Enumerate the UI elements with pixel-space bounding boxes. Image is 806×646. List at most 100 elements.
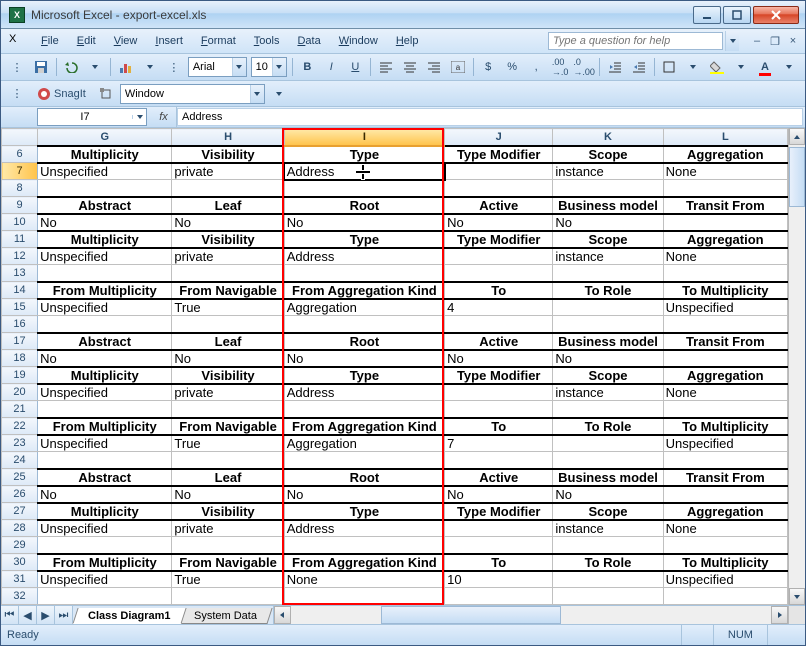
menu-edit[interactable]: Edit: [69, 32, 104, 50]
cell-L7[interactable]: None: [663, 163, 787, 180]
cell-G21[interactable]: [38, 401, 172, 418]
cell-K26[interactable]: No: [553, 486, 663, 503]
font-name-combo[interactable]: Arial: [188, 57, 247, 77]
cell-K22[interactable]: To Role: [553, 418, 663, 435]
save-button[interactable]: [30, 56, 52, 78]
chevron-down-icon[interactable]: [272, 58, 286, 76]
snagit-button[interactable]: SnagIt: [30, 83, 93, 105]
cell-L10[interactable]: [663, 214, 787, 231]
cell-G11[interactable]: Multiplicity: [38, 231, 172, 248]
currency-button[interactable]: $: [477, 56, 499, 78]
row-header-21[interactable]: 21: [2, 401, 38, 418]
cell-K30[interactable]: To Role: [553, 554, 663, 571]
cell-L16[interactable]: [663, 316, 787, 333]
row-header-13[interactable]: 13: [2, 265, 38, 282]
cell-G16[interactable]: [38, 316, 172, 333]
cell-J21[interactable]: [445, 401, 553, 418]
cell-L11[interactable]: Aggregation: [663, 231, 787, 248]
cell-H29[interactable]: [172, 537, 284, 554]
row-header-17[interactable]: 17: [2, 333, 38, 350]
cell-G27[interactable]: Multiplicity: [38, 503, 172, 520]
cell-J7[interactable]: [445, 163, 553, 180]
column-header-I[interactable]: I: [284, 129, 444, 146]
cell-L30[interactable]: To Multiplicity: [663, 554, 787, 571]
cell-K29[interactable]: [553, 537, 663, 554]
cell-G18[interactable]: No: [38, 350, 172, 367]
font-size-combo[interactable]: 10: [251, 57, 287, 77]
hscroll-track[interactable]: [291, 606, 771, 624]
cell-K20[interactable]: instance: [553, 384, 663, 401]
snagit-config-button[interactable]: [95, 83, 117, 105]
cell-K16[interactable]: [553, 316, 663, 333]
cell-K25[interactable]: Business model: [553, 469, 663, 486]
cell-G29[interactable]: [38, 537, 172, 554]
row-header-7[interactable]: 7: [2, 163, 38, 180]
cell-J31[interactable]: 10: [445, 571, 553, 588]
cell-I32[interactable]: [284, 588, 444, 605]
cell-K19[interactable]: Scope: [553, 367, 663, 384]
menu-window[interactable]: Window: [331, 32, 386, 50]
menu-format[interactable]: Format: [193, 32, 244, 50]
menu-tools[interactable]: Tools: [246, 32, 288, 50]
cell-L24[interactable]: [663, 452, 787, 469]
cell-I22[interactable]: From Aggregation Kind: [284, 418, 444, 435]
menu-file[interactable]: File: [33, 32, 67, 50]
cell-J29[interactable]: [445, 537, 553, 554]
help-dropdown[interactable]: [725, 31, 741, 51]
worksheet-grid[interactable]: GHIJKL6MultiplicityVisibilityTypeType Mo…: [1, 128, 788, 605]
decrease-indent-button[interactable]: [604, 56, 626, 78]
cell-L9[interactable]: Transit From: [663, 197, 787, 214]
cell-G7[interactable]: Unspecified: [38, 163, 172, 180]
snagit-profile-combo[interactable]: Window: [120, 84, 265, 104]
row-header-31[interactable]: 31: [2, 571, 38, 588]
cell-K14[interactable]: To Role: [553, 282, 663, 299]
cell-H11[interactable]: Visibility: [172, 231, 284, 248]
cell-I29[interactable]: [284, 537, 444, 554]
cell-H10[interactable]: No: [172, 214, 284, 231]
cell-H26[interactable]: No: [172, 486, 284, 503]
borders-dropdown[interactable]: [682, 56, 704, 78]
cell-J12[interactable]: [445, 248, 553, 265]
cell-H7[interactable]: private: [172, 163, 284, 180]
cell-I27[interactable]: Type: [284, 503, 444, 520]
cell-L27[interactable]: Aggregation: [663, 503, 787, 520]
cell-H23[interactable]: True: [172, 435, 284, 452]
cell-J27[interactable]: Type Modifier: [445, 503, 553, 520]
cell-G12[interactable]: Unspecified: [38, 248, 172, 265]
cell-L31[interactable]: Unspecified: [663, 571, 787, 588]
undo-button[interactable]: [60, 56, 82, 78]
cell-I24[interactable]: [284, 452, 444, 469]
column-header-G[interactable]: G: [38, 129, 172, 146]
doc-minimize-button[interactable]: –: [749, 34, 765, 48]
cell-G26[interactable]: No: [38, 486, 172, 503]
menu-data[interactable]: Data: [289, 32, 328, 50]
cell-L22[interactable]: To Multiplicity: [663, 418, 787, 435]
cell-L23[interactable]: Unspecified: [663, 435, 787, 452]
fx-icon[interactable]: fx: [151, 107, 177, 127]
cell-I31[interactable]: None: [284, 571, 444, 588]
cell-J9[interactable]: Active: [445, 197, 553, 214]
cell-G25[interactable]: Abstract: [38, 469, 172, 486]
cell-K15[interactable]: [553, 299, 663, 316]
cell-J25[interactable]: Active: [445, 469, 553, 486]
row-header-18[interactable]: 18: [2, 350, 38, 367]
scroll-down-button[interactable]: [789, 588, 805, 605]
cell-J22[interactable]: To: [445, 418, 553, 435]
cell-K17[interactable]: Business model: [553, 333, 663, 350]
help-search-input[interactable]: [548, 32, 723, 50]
cell-L19[interactable]: Aggregation: [663, 367, 787, 384]
cell-L20[interactable]: None: [663, 384, 787, 401]
scroll-right-button[interactable]: [771, 606, 788, 624]
cell-I26[interactable]: No: [284, 486, 444, 503]
cell-K27[interactable]: Scope: [553, 503, 663, 520]
cell-I20[interactable]: Address: [284, 384, 444, 401]
column-header-H[interactable]: H: [172, 129, 284, 146]
font-color-dropdown[interactable]: [778, 56, 800, 78]
cell-J30[interactable]: To: [445, 554, 553, 571]
cell-I15[interactable]: Aggregation: [284, 299, 444, 316]
cell-K13[interactable]: [553, 265, 663, 282]
cell-L32[interactable]: [663, 588, 787, 605]
sheet-tab-system-data[interactable]: System Data: [178, 608, 272, 624]
cell-J6[interactable]: Type Modifier: [445, 146, 553, 163]
row-header-16[interactable]: 16: [2, 316, 38, 333]
